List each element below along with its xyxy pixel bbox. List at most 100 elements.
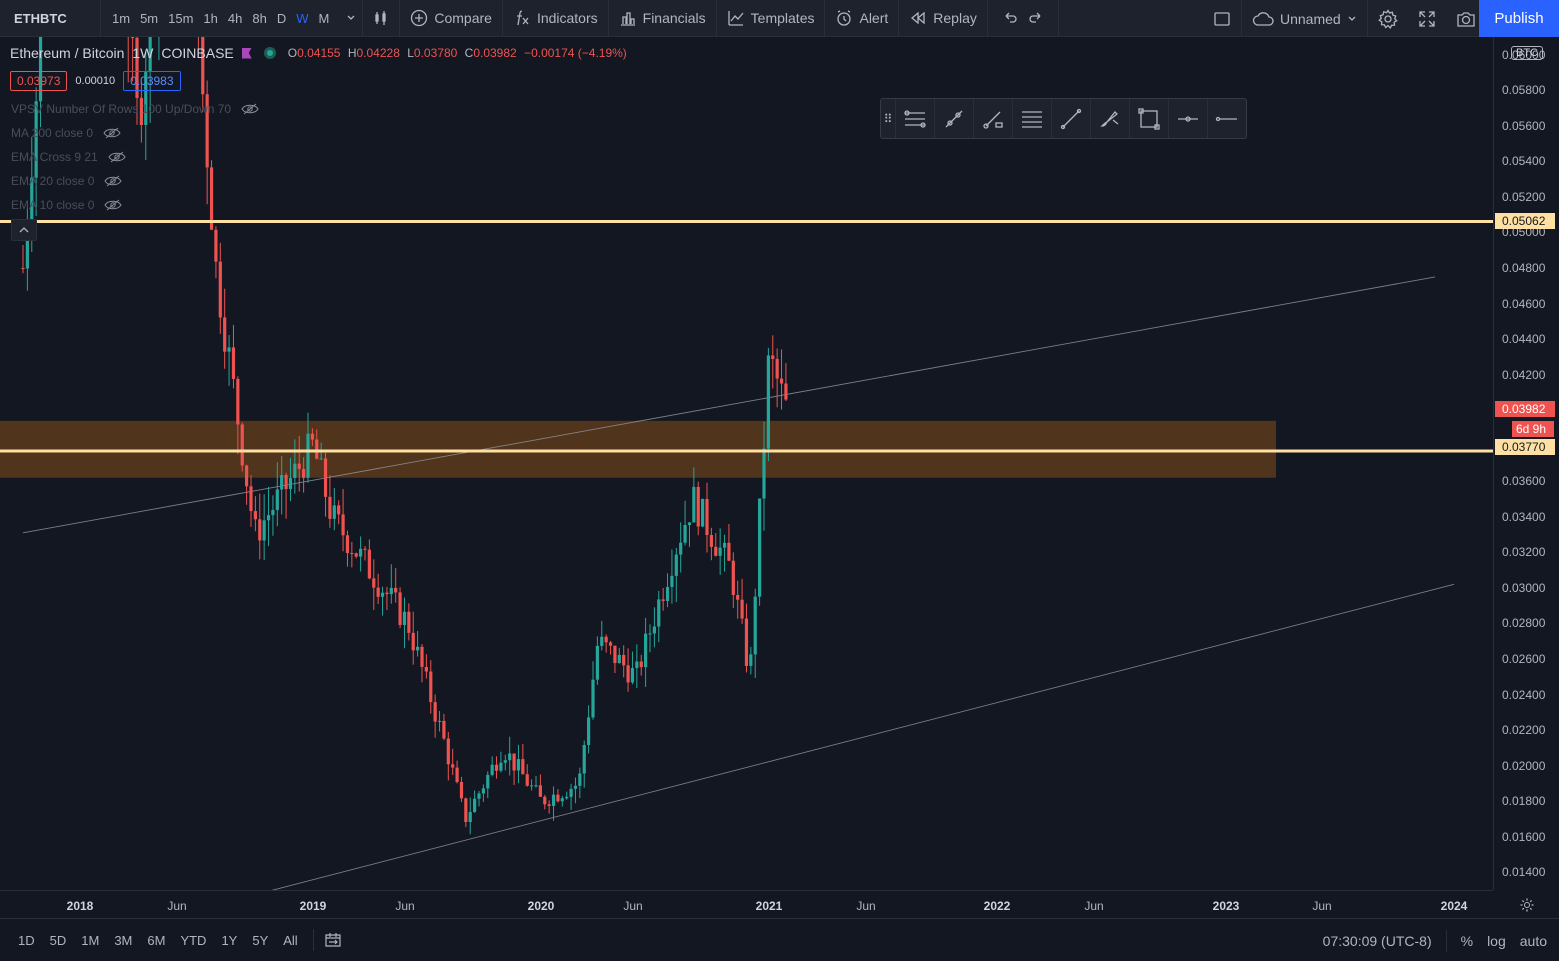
eye-hidden-icon[interactable] [241,103,259,115]
price-axis[interactable]: 0.06000 0.05800 0.05600 0.05400 0.05200 0.050… [1493,37,1559,890]
timezone-clock[interactable]: 07:30:09 (UTC-8) [1323,933,1432,949]
candle-body [477,793,481,799]
range-1m[interactable]: 1M [73,933,106,948]
currency-tag[interactable]: BTC [1511,46,1543,60]
percent-toggle[interactable]: % [1461,933,1473,949]
save-layout-button[interactable]: Unnamed [1242,0,1367,37]
indicators-button[interactable]: Indicators [503,0,608,37]
range-ytd[interactable]: YTD [172,933,213,948]
range-6m[interactable]: 6M [139,933,172,948]
candle-body [21,268,25,270]
candle-body [367,549,371,579]
indicator-label: EMA 20 close 0 [11,174,95,188]
indicator-row[interactable]: MA 200 close 0 [11,126,121,140]
divider [1445,929,1447,952]
interval-m-month[interactable]: M [314,11,335,26]
brush-tool[interactable] [1090,99,1129,138]
candle-body [578,773,582,786]
candle-body [508,753,512,761]
eye-hidden-icon[interactable] [104,199,122,211]
interval-8h[interactable]: 8h [247,11,271,26]
rectangle-tool[interactable] [1129,99,1168,138]
interval-15m[interactable]: 15m [163,11,198,26]
range-5d[interactable]: 5D [42,933,74,948]
range-3m[interactable]: 3M [106,933,139,948]
fib-channel-tool[interactable] [1012,99,1051,138]
chart-type-button[interactable] [363,0,399,37]
candle-body [218,261,222,318]
indicator-label: EMA 10 close 0 [11,198,95,212]
templates-label: Templates [750,10,815,26]
candle-body [249,486,253,512]
range-all[interactable]: All [275,933,304,948]
horizontal-ray-tool[interactable] [1168,99,1207,138]
alert-button[interactable]: Alert [825,0,898,37]
high-label: H [347,46,357,60]
layout-select-button[interactable] [1203,0,1241,37]
chevron-up-icon [19,227,29,233]
replay-button[interactable]: Replay [899,0,987,37]
indicator-row[interactable]: VPSV Number Of Rows 100 Up/Down 70 [11,102,259,116]
candle-body [402,611,407,625]
price-tick: 0.02800 [1502,616,1546,631]
close-value: 0.03982 [473,46,517,60]
candle-body [394,587,398,593]
interval-d[interactable]: D [272,11,291,26]
candle-body [468,811,472,823]
settings-button[interactable] [1368,0,1408,37]
horizontal-line-tool[interactable] [1207,99,1246,138]
candle-body [534,785,538,787]
ask-price-button[interactable]: 0.03983 [123,71,181,91]
interval-4h[interactable]: 4h [223,11,247,26]
range-1y[interactable]: 1Y [213,933,244,948]
candle-body [547,804,551,806]
compare-button[interactable]: Compare [400,0,502,37]
drag-handle-icon[interactable]: ⠿ [881,99,895,138]
flag-icon[interactable] [241,47,252,59]
indicator-row[interactable]: EMA Cross 9 21 [11,150,126,164]
fib-retracement-tool[interactable] [895,99,934,138]
eye-hidden-icon[interactable] [103,127,121,139]
candle-body [573,785,578,789]
interval-w[interactable]: W [291,11,313,26]
collapse-legend-button[interactable] [11,219,37,241]
eye-hidden-icon[interactable] [108,151,126,163]
interval-5m[interactable]: 5m [135,11,163,26]
bid-price-button[interactable]: 0.03973 [10,71,68,91]
candle-body [258,519,262,541]
goto-date-button[interactable] [314,932,352,948]
range-5y[interactable]: 5Y [244,933,275,948]
undo-button[interactable] [988,0,1023,37]
trend-line-tool[interactable] [1051,99,1090,138]
auto-toggle[interactable]: auto [1520,933,1547,949]
candle-body [608,642,613,646]
candle-body [398,592,402,625]
trend-angle-tool[interactable] [934,99,973,138]
layout-name-label: Unnamed [1280,10,1341,27]
candle-body [131,37,135,39]
info-line-tool[interactable] [973,99,1012,138]
range-1d[interactable]: 1D [10,933,42,948]
financials-button[interactable]: Financials [609,0,716,37]
publish-button[interactable]: Publish [1479,0,1559,37]
time-axis[interactable]: 2018 Jun 2019 Jun 2020 Jun 2021 Jun 2022 Jun 2023 J… [0,890,1493,918]
eye-hidden-icon[interactable] [104,175,122,187]
fullscreen-button[interactable] [1408,0,1446,37]
rewind-icon [911,11,925,25]
candle-body [223,317,227,352]
interval-dropdown-chevron-icon[interactable] [340,0,362,37]
bid-ask-row: 0.03973 0.00010 0.03983 [10,71,181,91]
time-tick: 2021 [755,899,783,913]
price-chart[interactable] [0,37,1493,890]
axis-settings-button[interactable] [1494,891,1559,918]
interval-1m[interactable]: 1m [107,11,135,26]
indicator-row[interactable]: EMA 20 close 0 [11,174,122,188]
log-toggle[interactable]: log [1487,933,1506,949]
candle-body [354,553,358,557]
indicator-row[interactable]: EMA 10 close 0 [11,198,122,212]
symbol-search[interactable]: ETHBTC [0,11,100,26]
redo-button[interactable] [1023,0,1058,37]
templates-button[interactable]: Templates [717,0,825,37]
candle-body [718,547,722,556]
interval-1h[interactable]: 1h [198,11,222,26]
